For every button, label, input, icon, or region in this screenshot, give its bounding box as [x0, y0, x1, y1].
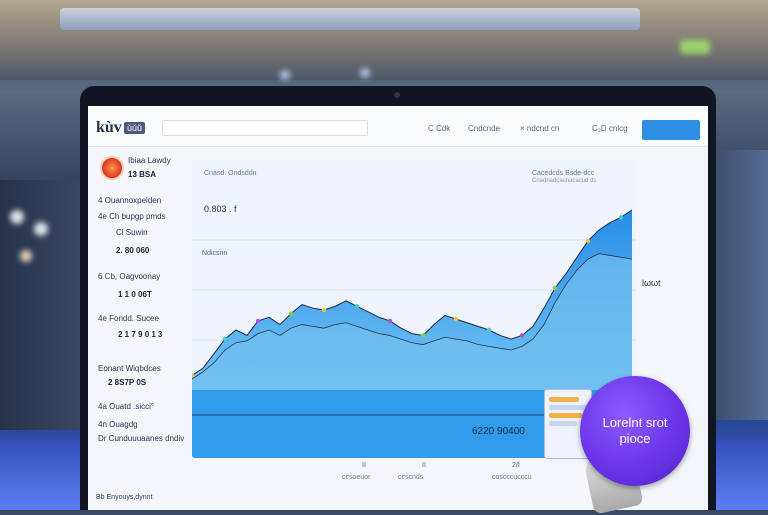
- nav-item-1[interactable]: C Cdk: [428, 124, 450, 133]
- chart-price-label: 6220 90400: [472, 426, 525, 437]
- sidebar-item-5-value: 2 8S7P 0S: [108, 378, 147, 387]
- webcam-icon: [394, 92, 400, 98]
- background-light: [360, 68, 370, 78]
- background-light: [680, 40, 710, 54]
- chart-data-point[interactable]: [321, 307, 327, 313]
- chart-data-point[interactable]: [255, 318, 261, 324]
- footer-label: coscccucccu: [492, 474, 532, 481]
- promo-badge[interactable]: Lorelnt srot pioce: [580, 376, 690, 486]
- mini-widget-bar: [549, 421, 577, 426]
- sidebar-item-8[interactable]: Dr Cunduuuaanes dndiv: [98, 434, 184, 443]
- background-light: [34, 222, 48, 236]
- sidebar-item-2[interactable]: Cl Suwin: [116, 228, 148, 237]
- chart-data-point[interactable]: [354, 304, 360, 309]
- footer-label: ccscnds: [398, 474, 424, 481]
- sidebar-item-5[interactable]: Eonant Wiqbdces: [98, 364, 161, 373]
- sidebar-item-4[interactable]: 4e Fondd. Sucee: [98, 314, 159, 323]
- promo-line-2: pioce: [619, 431, 651, 446]
- mini-widget-bar: [549, 405, 587, 410]
- sidebar-item-1-sub: 4e Ch bupgp pmds: [98, 212, 166, 221]
- x-axis-tick: II: [362, 462, 366, 469]
- sidebar: Ibiaa Lawdy 13 BSA 4 Ouannoxpelden 4e Ch…: [88, 146, 188, 510]
- mini-widget-bar: [549, 413, 583, 418]
- sidebar-item-1[interactable]: 4 Ouannoxpelden: [98, 196, 161, 205]
- footer-bottom-text: Bb Enyouys,dynnt: [96, 494, 153, 501]
- sidebar-item-3-value: 1 1 0 06T: [118, 290, 152, 299]
- search-input[interactable]: [162, 120, 368, 136]
- promo-line-1: Lorelnt srot: [602, 415, 668, 430]
- chart-data-point[interactable]: [420, 333, 426, 338]
- nav-item-4[interactable]: C₂D cnlcg: [592, 124, 628, 133]
- primary-action-button[interactable]: [642, 120, 700, 140]
- chart-data-point[interactable]: [288, 311, 294, 316]
- asset-logo-icon: [100, 156, 124, 180]
- brand-logo[interactable]: kùv: [96, 119, 122, 137]
- sidebar-item-7[interactable]: 4n Ouagdg: [98, 420, 138, 429]
- sidebar-item-6[interactable]: 4a Ouatd .sicci°: [98, 402, 154, 411]
- sidebar-subtitle: 13 BSA: [128, 170, 157, 179]
- sidebar-item-2-value: 2. 80 060: [116, 246, 150, 255]
- chart-data-point[interactable]: [486, 327, 492, 333]
- chart-data-point[interactable]: [222, 336, 228, 342]
- x-axis-tick: II: [422, 462, 426, 469]
- x-axis-tick: 2/I: [512, 462, 520, 469]
- chart-right-label: lωωt: [642, 278, 661, 288]
- chart-data-point[interactable]: [453, 316, 459, 322]
- background-light: [280, 70, 290, 80]
- footer-label: ccsoeuor: [342, 474, 371, 481]
- chart-data-point[interactable]: [585, 238, 591, 244]
- nav-item-2[interactable]: Cndcnde: [468, 124, 500, 133]
- sidebar-item-4-value: 2 1 7 9 0 1 3: [118, 330, 163, 339]
- background-light: [10, 210, 24, 224]
- chart-data-point[interactable]: [618, 215, 624, 220]
- chart-data-point[interactable]: [387, 318, 393, 324]
- chart-data-point[interactable]: [519, 333, 525, 338]
- mini-widget-bar: [549, 397, 579, 402]
- brand-badge: ǔǔǔ: [124, 122, 146, 134]
- background-light-beam: [60, 8, 640, 30]
- chart-data-point[interactable]: [552, 285, 558, 291]
- top-navigation-bar: kùv ǔǔǔ C Cdk Cndcnde × ndcnd cn C₂D cnl…: [88, 106, 708, 147]
- sidebar-item-3[interactable]: 6 Cb, Oagvoonay: [98, 272, 160, 281]
- sidebar-title: Ibiaa Lawdy: [128, 156, 171, 165]
- nav-item-3[interactable]: × ndcnd cn: [520, 124, 559, 133]
- background-light: [20, 250, 32, 262]
